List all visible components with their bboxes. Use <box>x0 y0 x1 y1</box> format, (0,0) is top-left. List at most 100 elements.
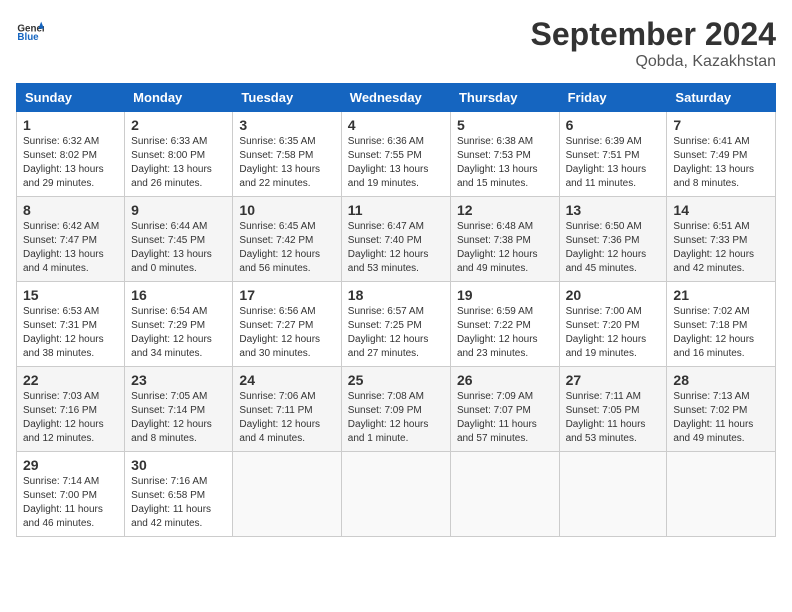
day-number: 23 <box>131 372 226 388</box>
day-number: 28 <box>673 372 769 388</box>
logo-icon: General Blue <box>16 16 44 44</box>
day-number: 17 <box>239 287 334 303</box>
day-number: 12 <box>457 202 553 218</box>
calendar-cell: 5Sunrise: 6:38 AM Sunset: 7:53 PM Daylig… <box>450 112 559 197</box>
calendar-cell: 22 Sunrise: 7:03 AM Sunset: 7:16 PM Dayli… <box>17 367 125 452</box>
calendar-cell: 21 Sunrise: 7:02 AM Sunset: 7:18 PM Dayli… <box>667 282 776 367</box>
day-number: 1 <box>23 117 118 133</box>
day-info: Sunrise: 6:53 AM Sunset: 7:31 PM Dayligh… <box>23 306 104 359</box>
day-info: Sunrise: 6:47 AM Sunset: 7:40 PM Dayligh… <box>348 221 429 274</box>
day-info: Sunrise: 6:41 AM Sunset: 7:49 PM Dayligh… <box>673 136 754 189</box>
calendar-cell <box>233 452 341 537</box>
weekday-header: Sunday <box>17 84 125 112</box>
day-number: 19 <box>457 287 553 303</box>
calendar-cell: 1 Sunrise: 6:32 AM Sunset: 8:02 PM Daylig… <box>17 112 125 197</box>
day-number: 30 <box>131 457 226 473</box>
day-number: 15 <box>23 287 118 303</box>
day-number: 25 <box>348 372 444 388</box>
calendar-cell: 12 Sunrise: 6:48 AM Sunset: 7:38 PM Dayli… <box>450 197 559 282</box>
calendar-cell: 6Sunrise: 6:39 AM Sunset: 7:51 PM Daylig… <box>559 112 667 197</box>
day-number: 13 <box>566 202 661 218</box>
day-number: 21 <box>673 287 769 303</box>
day-info: Sunrise: 7:08 AM Sunset: 7:09 PM Dayligh… <box>348 391 429 444</box>
calendar-cell: 8 Sunrise: 6:42 AM Sunset: 7:47 PM Daylig… <box>17 197 125 282</box>
svg-text:Blue: Blue <box>17 32 39 43</box>
day-info: Sunrise: 6:50 AM Sunset: 7:36 PM Dayligh… <box>566 221 647 274</box>
day-number: 22 <box>23 372 118 388</box>
calendar-cell <box>450 452 559 537</box>
month-title: September 2024 <box>531 16 776 53</box>
day-info: Sunrise: 7:00 AM Sunset: 7:20 PM Dayligh… <box>566 306 647 359</box>
logo: General Blue <box>16 16 44 44</box>
day-number: 29 <box>23 457 118 473</box>
day-number: 2 <box>131 117 226 133</box>
calendar-cell: 16 Sunrise: 6:54 AM Sunset: 7:29 PM Dayli… <box>125 282 233 367</box>
day-number: 10 <box>239 202 334 218</box>
day-number: 6 <box>566 117 661 133</box>
day-info: Sunrise: 7:06 AM Sunset: 7:11 PM Dayligh… <box>239 391 320 444</box>
calendar-cell: 27Sunrise: 7:11 AM Sunset: 7:05 PM Dayli… <box>559 367 667 452</box>
title-block: September 2024 Qobda, Kazakhstan <box>531 16 776 71</box>
calendar-cell: 14Sunrise: 6:51 AM Sunset: 7:33 PM Dayli… <box>667 197 776 282</box>
weekday-header: Monday <box>125 84 233 112</box>
day-info: Sunrise: 6:33 AM Sunset: 8:00 PM Dayligh… <box>131 136 212 189</box>
day-number: 8 <box>23 202 118 218</box>
calendar-cell: 19 Sunrise: 6:59 AM Sunset: 7:22 PM Dayli… <box>450 282 559 367</box>
weekday-header: Thursday <box>450 84 559 112</box>
day-info: Sunrise: 6:54 AM Sunset: 7:29 PM Dayligh… <box>131 306 212 359</box>
day-info: Sunrise: 6:38 AM Sunset: 7:53 PM Dayligh… <box>457 136 538 189</box>
day-info: Sunrise: 6:57 AM Sunset: 7:25 PM Dayligh… <box>348 306 429 359</box>
day-info: Sunrise: 6:32 AM Sunset: 8:02 PM Dayligh… <box>23 136 104 189</box>
day-info: Sunrise: 7:13 AM Sunset: 7:02 PM Dayligh… <box>673 391 753 444</box>
calendar-cell: 10 Sunrise: 6:45 AM Sunset: 7:42 PM Dayli… <box>233 197 341 282</box>
day-info: Sunrise: 6:42 AM Sunset: 7:47 PM Dayligh… <box>23 221 104 274</box>
calendar-cell: 30 Sunrise: 7:16 AM Sunset: 6:58 PM Dayli… <box>125 452 233 537</box>
day-info: Sunrise: 6:51 AM Sunset: 7:33 PM Dayligh… <box>673 221 754 274</box>
day-info: Sunrise: 7:02 AM Sunset: 7:18 PM Dayligh… <box>673 306 754 359</box>
day-number: 11 <box>348 202 444 218</box>
day-number: 3 <box>239 117 334 133</box>
calendar-cell: 28 Sunrise: 7:13 AM Sunset: 7:02 PM Dayli… <box>667 367 776 452</box>
calendar-cell <box>341 452 450 537</box>
calendar-cell: 20 Sunrise: 7:00 AM Sunset: 7:20 PM Dayli… <box>559 282 667 367</box>
calendar-cell: 11 Sunrise: 6:47 AM Sunset: 7:40 PM Dayli… <box>341 197 450 282</box>
weekday-header: Tuesday <box>233 84 341 112</box>
calendar-cell: 4 Sunrise: 6:36 AM Sunset: 7:55 PM Daylig… <box>341 112 450 197</box>
day-number: 7 <box>673 117 769 133</box>
day-info: Sunrise: 6:36 AM Sunset: 7:55 PM Dayligh… <box>348 136 429 189</box>
day-number: 16 <box>131 287 226 303</box>
calendar-table: SundayMondayTuesdayWednesdayThursdayFrid… <box>16 83 776 537</box>
calendar-cell: 7 Sunrise: 6:41 AM Sunset: 7:49 PM Daylig… <box>667 112 776 197</box>
location: Qobda, Kazakhstan <box>531 53 776 71</box>
day-info: Sunrise: 7:14 AM Sunset: 7:00 PM Dayligh… <box>23 476 103 529</box>
day-info: Sunrise: 7:16 AM Sunset: 6:58 PM Dayligh… <box>131 476 211 529</box>
day-number: 18 <box>348 287 444 303</box>
day-number: 24 <box>239 372 334 388</box>
day-info: Sunrise: 7:09 AM Sunset: 7:07 PM Dayligh… <box>457 391 537 444</box>
day-info: Sunrise: 6:59 AM Sunset: 7:22 PM Dayligh… <box>457 306 538 359</box>
weekday-header: Saturday <box>667 84 776 112</box>
day-info: Sunrise: 6:48 AM Sunset: 7:38 PM Dayligh… <box>457 221 538 274</box>
day-info: Sunrise: 6:35 AM Sunset: 7:58 PM Dayligh… <box>239 136 320 189</box>
day-info: Sunrise: 6:45 AM Sunset: 7:42 PM Dayligh… <box>239 221 320 274</box>
day-number: 20 <box>566 287 661 303</box>
calendar-cell: 3 Sunrise: 6:35 AM Sunset: 7:58 PM Daylig… <box>233 112 341 197</box>
weekday-header: Friday <box>559 84 667 112</box>
day-info: Sunrise: 7:05 AM Sunset: 7:14 PM Dayligh… <box>131 391 212 444</box>
page-header: General Blue September 2024 Qobda, Kazak… <box>16 16 776 71</box>
day-info: Sunrise: 7:11 AM Sunset: 7:05 PM Dayligh… <box>566 391 646 444</box>
calendar-cell: 23 Sunrise: 7:05 AM Sunset: 7:14 PM Dayli… <box>125 367 233 452</box>
calendar-cell: 15 Sunrise: 6:53 AM Sunset: 7:31 PM Dayli… <box>17 282 125 367</box>
calendar-cell: 9Sunrise: 6:44 AM Sunset: 7:45 PM Daylig… <box>125 197 233 282</box>
day-info: Sunrise: 6:56 AM Sunset: 7:27 PM Dayligh… <box>239 306 320 359</box>
calendar-cell: 24 Sunrise: 7:06 AM Sunset: 7:11 PM Dayli… <box>233 367 341 452</box>
calendar-cell <box>559 452 667 537</box>
calendar-cell: 18 Sunrise: 6:57 AM Sunset: 7:25 PM Dayli… <box>341 282 450 367</box>
day-info: Sunrise: 7:03 AM Sunset: 7:16 PM Dayligh… <box>23 391 104 444</box>
calendar-cell: 26Sunrise: 7:09 AM Sunset: 7:07 PM Dayli… <box>450 367 559 452</box>
calendar-cell: 25 Sunrise: 7:08 AM Sunset: 7:09 PM Dayli… <box>341 367 450 452</box>
calendar-cell: 17 Sunrise: 6:56 AM Sunset: 7:27 PM Dayli… <box>233 282 341 367</box>
day-info: Sunrise: 6:44 AM Sunset: 7:45 PM Dayligh… <box>131 221 212 274</box>
day-number: 4 <box>348 117 444 133</box>
calendar-cell: 29 Sunrise: 7:14 AM Sunset: 7:00 PM Dayli… <box>17 452 125 537</box>
